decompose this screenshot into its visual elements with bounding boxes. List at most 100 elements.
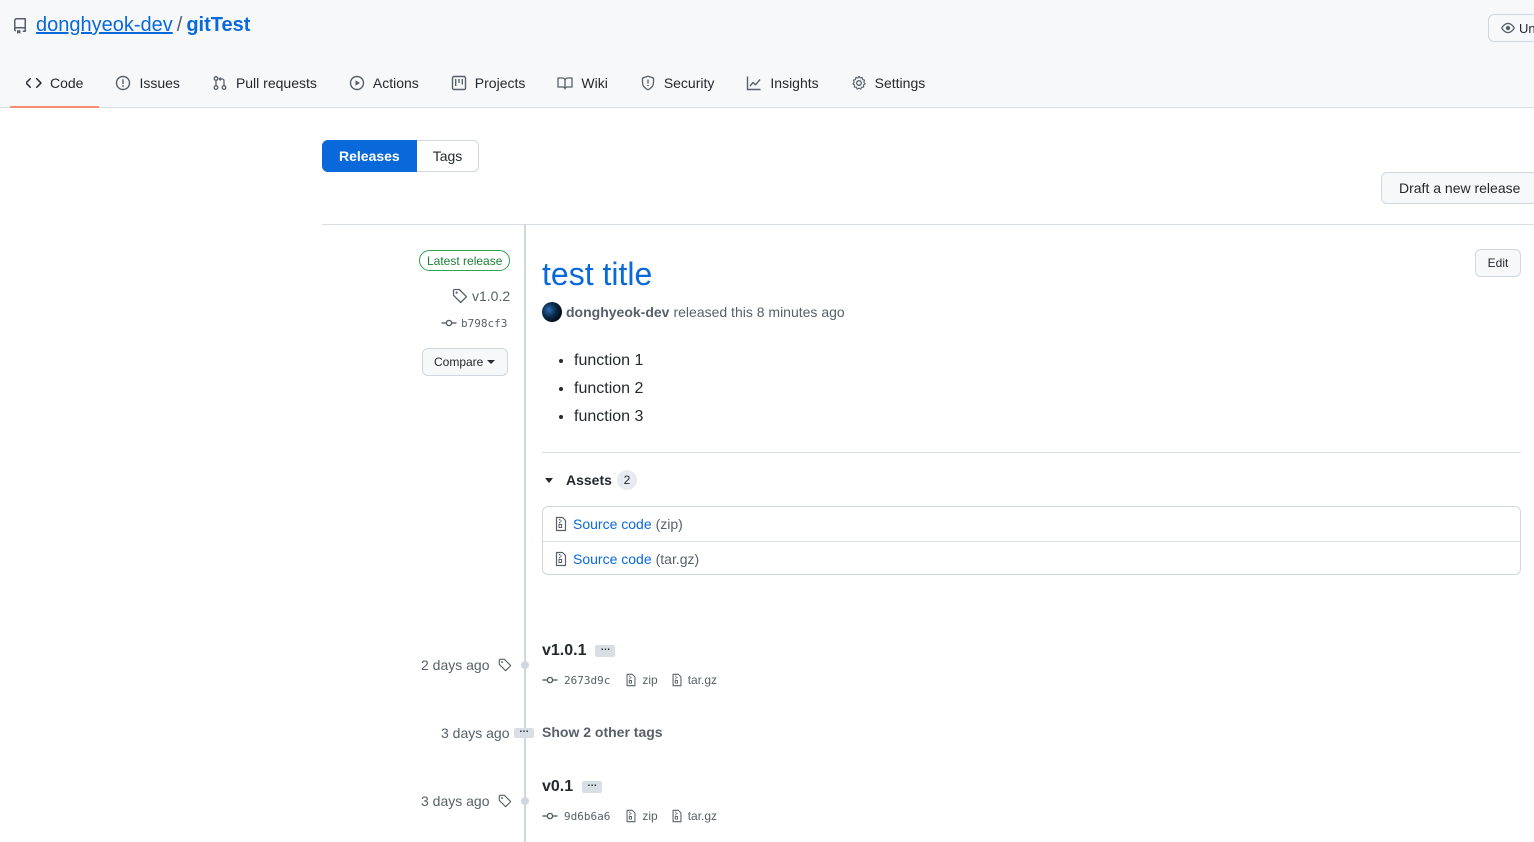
- graph-icon: [747, 76, 761, 91]
- code-icon: [26, 78, 42, 88]
- asset-source-targz[interactable]: Source code (tar.gz): [543, 541, 1520, 575]
- list-item: function 3: [574, 406, 643, 434]
- collapsed-tags-date: 3 days ago: [441, 725, 510, 741]
- commit-icon: [542, 812, 558, 820]
- download-zip-link[interactable]: zip: [624, 672, 658, 688]
- compare-button[interactable]: Compare: [422, 348, 508, 376]
- older-release-tag-link[interactable]: v0.1 …: [542, 778, 603, 796]
- collapsed-tags-date-text: 3 days ago: [441, 725, 510, 741]
- tab-wiki[interactable]: Wiki: [541, 60, 623, 106]
- timeline-dot: [521, 797, 529, 805]
- watch-button[interactable]: Un: [1488, 14, 1534, 42]
- file-zip-icon: [672, 673, 682, 687]
- assets-count-badge: 2: [616, 470, 637, 490]
- assets-list: Source code (zip) Source code (tar.gz): [542, 506, 1521, 575]
- repo-name-link[interactable]: gitTest: [186, 14, 250, 37]
- tab-actions[interactable]: Actions: [333, 60, 435, 106]
- latest-release-badge: Latest release: [419, 250, 511, 271]
- tab-issues-label: Issues: [139, 75, 180, 91]
- download-targz-label: tar.gz: [687, 673, 718, 687]
- repo-tabs: Code Issues Pull requests Actions Projec…: [10, 60, 941, 108]
- asset-ext: (zip): [655, 516, 683, 532]
- file-zip-icon: [555, 551, 567, 566]
- tab-security-label: Security: [663, 75, 715, 91]
- older-release-date-text: 3 days ago: [421, 793, 490, 809]
- gear-icon: [851, 75, 866, 90]
- tab-actions-label: Actions: [372, 75, 419, 91]
- issue-icon: [116, 75, 131, 91]
- edit-release-button[interactable]: Edit: [1475, 249, 1521, 277]
- list-item: function 1: [574, 350, 643, 378]
- older-release-commit-link[interactable]: 9d6b6a6: [564, 810, 610, 823]
- release-tag-label: v1.0.2: [472, 288, 511, 304]
- triangle-down-icon: [545, 477, 553, 483]
- timeline-dot: [521, 661, 529, 669]
- eye-icon: [1501, 22, 1515, 34]
- release-notes: function 1 function 2 function 3: [574, 350, 643, 434]
- book-icon: [557, 77, 574, 90]
- older-release-commit-link[interactable]: 2673d9c: [564, 674, 610, 687]
- download-zip-label: zip: [642, 673, 658, 687]
- play-icon: [349, 75, 365, 91]
- asset-name: Source code: [573, 550, 652, 567]
- project-icon: [451, 75, 466, 91]
- releases-subnav: Releases Tags: [322, 140, 480, 172]
- release-commit-link[interactable]: b798cf3: [441, 315, 507, 331]
- asset-name: Source code: [573, 516, 652, 532]
- older-release-tag: v1.0.1: [542, 642, 587, 659]
- tab-wiki-label: Wiki: [581, 75, 608, 91]
- release-author-link[interactable]: donghyeok-dev: [566, 304, 669, 320]
- download-targz-label: tar.gz: [687, 809, 718, 823]
- download-targz-link[interactable]: tar.gz: [670, 808, 717, 824]
- ellipsis-icon: …: [514, 725, 534, 738]
- tags-tab[interactable]: Tags: [416, 140, 480, 172]
- list-item: function 2: [574, 378, 643, 406]
- ellipsis-button[interactable]: …: [595, 643, 616, 657]
- divider: [322, 224, 1534, 225]
- older-release-tag: v0.1: [542, 778, 574, 795]
- older-release-tag-link[interactable]: v1.0.1 …: [542, 642, 616, 660]
- assets-toggle[interactable]: Assets 2: [545, 470, 637, 490]
- draft-new-release-button[interactable]: Draft a new release: [1381, 172, 1534, 204]
- tab-insights-label: Insights: [770, 75, 819, 91]
- assets-label: Assets: [566, 472, 612, 488]
- repo-icon: [13, 17, 26, 34]
- older-release-date: 2 days ago: [421, 657, 512, 673]
- download-targz-link[interactable]: tar.gz: [670, 672, 717, 688]
- caret-down-icon: [487, 360, 496, 364]
- tab-code-label: Code: [50, 75, 84, 91]
- ellipsis-button[interactable]: …: [582, 779, 603, 793]
- release-title-link[interactable]: test title: [542, 256, 652, 293]
- tab-pull-requests-label: Pull requests: [235, 75, 317, 91]
- release-commit-sha: b798cf3: [461, 316, 508, 330]
- tab-code[interactable]: Code: [10, 60, 100, 108]
- commit-icon: [441, 319, 457, 327]
- tab-projects[interactable]: Projects: [435, 60, 542, 106]
- file-zip-icon: [672, 809, 682, 823]
- compare-label: Compare: [434, 355, 484, 369]
- release-time-text: released this 8 minutes ago: [673, 304, 845, 320]
- repo-owner-link[interactable]: donghyeok-dev: [36, 14, 173, 37]
- tag-icon: [498, 794, 511, 808]
- tab-security[interactable]: Security: [624, 60, 731, 106]
- tab-issues[interactable]: Issues: [99, 60, 195, 106]
- pull-request-icon: [213, 76, 227, 90]
- file-zip-icon: [626, 809, 636, 823]
- tab-pull-requests[interactable]: Pull requests: [196, 60, 333, 106]
- older-release-date-text: 2 days ago: [421, 657, 490, 673]
- older-release-date: 3 days ago: [421, 793, 512, 809]
- release-author-line: donghyeok-dev released this 8 minutes ag…: [542, 302, 845, 322]
- download-zip-link[interactable]: zip: [624, 808, 658, 824]
- tab-projects-label: Projects: [474, 75, 526, 91]
- divider: [542, 452, 1521, 453]
- asset-source-zip[interactable]: Source code (zip): [543, 507, 1520, 541]
- repo-header: donghyeok-dev / gitTest Un Code Issues P…: [0, 0, 1534, 108]
- repo-title: donghyeok-dev / gitTest: [12, 14, 250, 37]
- tab-settings[interactable]: Settings: [835, 60, 942, 106]
- avatar[interactable]: [542, 302, 562, 322]
- releases-tab[interactable]: Releases: [322, 140, 417, 172]
- release-tag-link[interactable]: v1.0.2: [452, 288, 510, 304]
- show-other-tags-link[interactable]: Show 2 other tags: [542, 724, 663, 740]
- watch-label: Un: [1519, 20, 1534, 36]
- tab-insights[interactable]: Insights: [730, 60, 834, 106]
